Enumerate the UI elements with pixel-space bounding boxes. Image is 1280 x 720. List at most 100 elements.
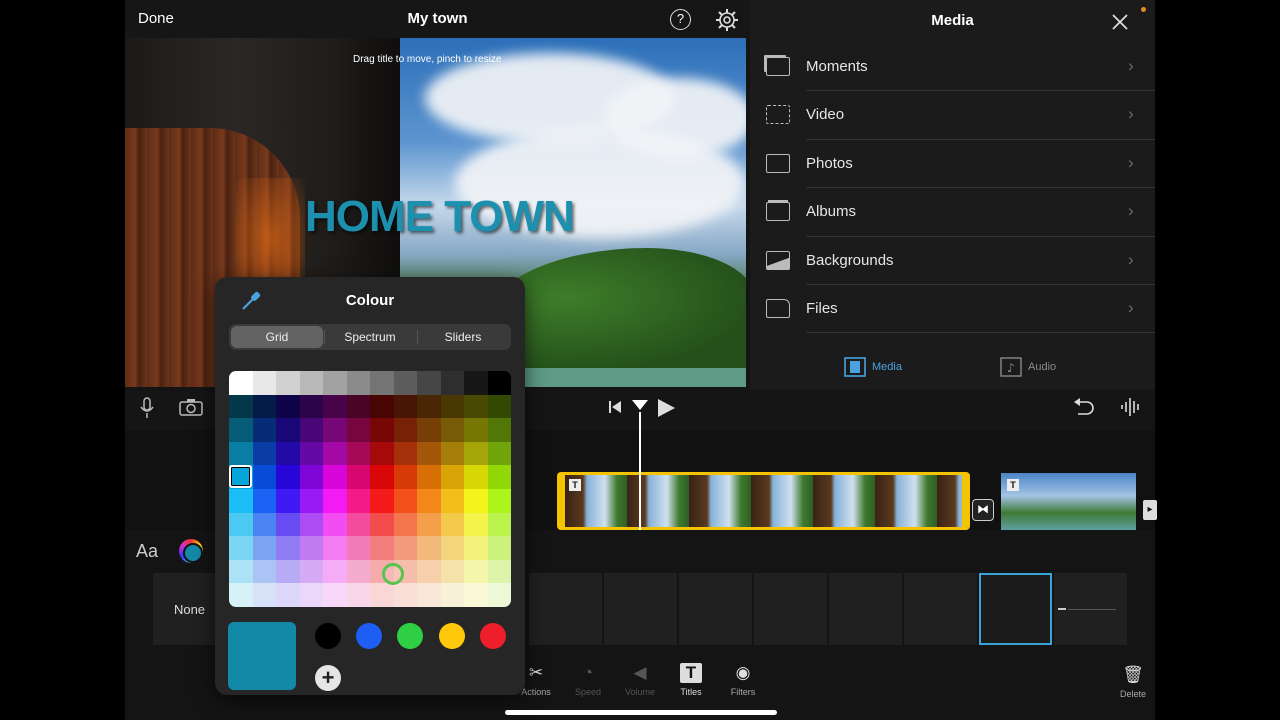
font-button[interactable]: Aa (136, 541, 158, 562)
tab-spectrum[interactable]: Spectrum (324, 326, 416, 348)
microphone-icon[interactable] (139, 397, 155, 419)
title-style-tile[interactable] (604, 573, 677, 645)
colour-cell[interactable] (323, 583, 347, 607)
tab-grid[interactable]: Grid (231, 326, 323, 348)
colour-cell[interactable] (252, 559, 277, 584)
colour-cell[interactable] (323, 394, 347, 419)
colour-cell[interactable] (346, 559, 371, 584)
delete-tool[interactable]: 🗑 Delete (1103, 665, 1163, 699)
title-style-tile[interactable] (529, 573, 602, 645)
colour-cell[interactable] (487, 441, 511, 466)
colour-cell[interactable] (252, 394, 277, 419)
colour-cell[interactable] (440, 583, 465, 607)
colour-cell[interactable] (370, 371, 394, 396)
title-style-tile[interactable] (904, 573, 977, 645)
colour-cell[interactable] (346, 371, 371, 396)
colour-cell[interactable] (229, 512, 253, 537)
colour-cell[interactable] (440, 512, 465, 537)
colour-cell[interactable] (370, 418, 394, 443)
colour-cell[interactable] (252, 512, 277, 537)
colour-cell[interactable] (417, 583, 441, 607)
media-item-backgrounds[interactable]: Backgrounds › (750, 237, 1155, 285)
colour-cell[interactable] (464, 465, 488, 490)
colour-cell[interactable] (323, 418, 347, 443)
colour-cell[interactable] (487, 489, 511, 514)
colour-cell[interactable] (370, 489, 394, 514)
titles-tool[interactable]: T Titles (661, 663, 721, 697)
colour-cell[interactable] (440, 441, 465, 466)
colour-cell[interactable] (299, 371, 324, 396)
tab-sliders[interactable]: Sliders (417, 326, 509, 348)
skip-to-start-icon[interactable] (607, 399, 623, 415)
colour-cell[interactable] (464, 441, 488, 466)
colour-cell[interactable] (370, 465, 394, 490)
colour-cell[interactable] (417, 418, 441, 443)
recent-colour-green[interactable] (397, 623, 423, 649)
colour-cell[interactable] (464, 418, 488, 443)
colour-cell[interactable] (393, 489, 418, 514)
colour-cell[interactable] (252, 441, 277, 466)
undo-icon[interactable] (1073, 397, 1095, 417)
colour-cell[interactable] (440, 418, 465, 443)
colour-cell[interactable] (440, 394, 465, 419)
colour-cell[interactable] (229, 489, 253, 514)
colour-cell[interactable] (440, 371, 465, 396)
colour-cell[interactable] (252, 489, 277, 514)
camera-icon[interactable] (179, 398, 203, 416)
colour-cell[interactable] (276, 583, 300, 607)
colour-cell[interactable] (299, 394, 324, 419)
overlay-title-text[interactable]: HOME TOWN (305, 192, 575, 242)
colour-cell[interactable] (252, 465, 277, 490)
colour-cell[interactable] (346, 583, 371, 607)
colour-cell[interactable] (464, 371, 488, 396)
video-clip[interactable] (1001, 473, 1136, 530)
play-icon[interactable] (656, 398, 676, 418)
colour-cell[interactable] (417, 512, 441, 537)
title-style-tile-selected[interactable] (979, 573, 1052, 645)
colour-cell[interactable] (487, 418, 511, 443)
colour-cell[interactable] (440, 465, 465, 490)
colour-cell[interactable] (370, 441, 394, 466)
colour-cell[interactable] (346, 418, 371, 443)
colour-cell[interactable] (323, 441, 347, 466)
close-icon[interactable] (1110, 12, 1130, 32)
colour-cell[interactable] (417, 394, 441, 419)
colour-cell[interactable] (299, 441, 324, 466)
colour-cell[interactable] (464, 536, 488, 561)
colour-cell[interactable] (346, 394, 371, 419)
colour-cell[interactable] (370, 583, 394, 607)
colour-cell[interactable] (464, 489, 488, 514)
colour-cell[interactable] (323, 489, 347, 514)
colour-cell[interactable] (487, 465, 511, 490)
colour-cell[interactable] (276, 394, 300, 419)
colour-cell[interactable] (229, 583, 253, 607)
colour-cell[interactable] (417, 441, 441, 466)
speed-tool[interactable]: ◔ Speed (558, 663, 618, 697)
media-item-files[interactable]: Files › (750, 285, 1155, 334)
colour-cell[interactable] (417, 536, 441, 561)
colour-cell[interactable] (276, 371, 300, 396)
add-colour-button[interactable]: + (315, 665, 341, 691)
title-style-tile[interactable] (829, 573, 902, 645)
colour-cell[interactable] (346, 489, 371, 514)
media-item-albums[interactable]: Albums › (750, 188, 1155, 237)
colour-cell[interactable] (299, 536, 324, 561)
colour-cell[interactable] (229, 559, 253, 584)
colour-cell[interactable] (370, 394, 394, 419)
media-item-video[interactable]: Video › (750, 91, 1155, 140)
colour-cell[interactable] (229, 394, 253, 419)
colour-cell[interactable] (252, 371, 277, 396)
colour-cell[interactable] (229, 536, 253, 561)
title-colour-button[interactable] (179, 539, 203, 563)
colour-cell[interactable] (440, 536, 465, 561)
recent-colour-black[interactable] (315, 623, 341, 649)
colour-cell[interactable] (323, 465, 347, 490)
title-style-tile[interactable] (754, 573, 827, 645)
colour-cell[interactable] (440, 559, 465, 584)
colour-cell[interactable] (393, 536, 418, 561)
colour-cell[interactable] (370, 512, 394, 537)
colour-cell[interactable] (440, 489, 465, 514)
colour-cell[interactable] (417, 489, 441, 514)
colour-cell[interactable] (487, 394, 511, 419)
recent-colour-yellow[interactable] (439, 623, 465, 649)
